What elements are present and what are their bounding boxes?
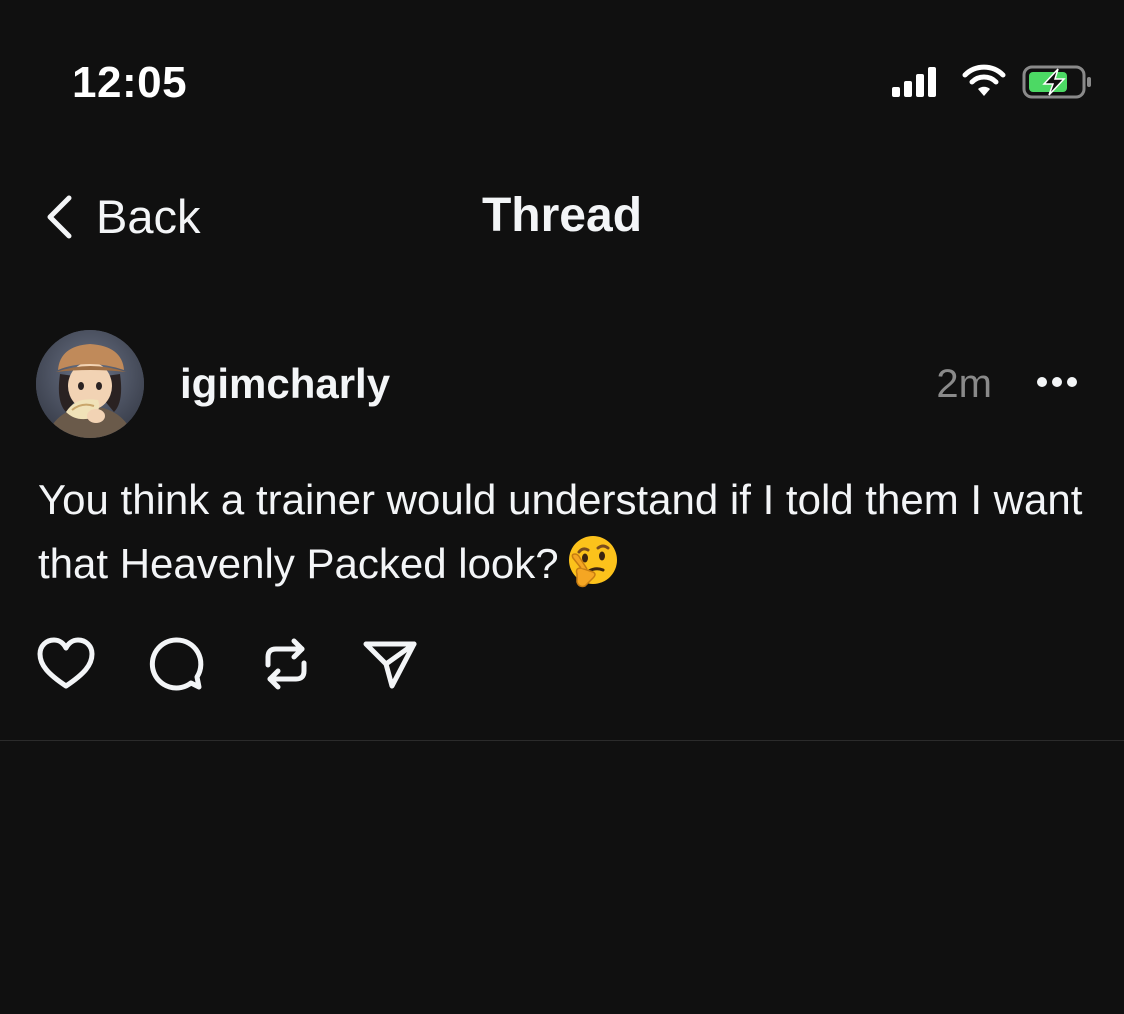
status-time: 12:05 <box>72 58 188 107</box>
divider <box>0 740 1124 741</box>
page-title: Thread <box>481 189 643 242</box>
heart-icon <box>37 637 95 689</box>
username[interactable]: igimcharly <box>180 358 390 410</box>
battery-charging-icon <box>1022 65 1091 99</box>
avatar-illustration <box>36 330 144 438</box>
repost-button[interactable] <box>256 634 316 694</box>
like-button[interactable] <box>36 634 96 694</box>
comment-icon <box>149 637 204 691</box>
repost-icon <box>265 638 307 690</box>
cellular-signal-icon <box>892 67 936 97</box>
wifi-icon <box>962 64 1006 96</box>
status-icons <box>892 62 1094 102</box>
more-options-button[interactable] <box>1036 370 1078 394</box>
timestamp: 2m <box>936 362 992 406</box>
avatar[interactable] <box>36 330 144 438</box>
post-text: You think a trainer would understand if … <box>38 468 1098 596</box>
share-icon <box>363 641 417 689</box>
post-text-content: You think a trainer would understand if … <box>38 476 1083 587</box>
share-button[interactable] <box>360 634 420 694</box>
more-dots-icon <box>1037 377 1077 387</box>
thinking-face-emoji <box>565 534 621 590</box>
post-actions <box>36 632 420 696</box>
reply-button[interactable] <box>146 634 206 694</box>
